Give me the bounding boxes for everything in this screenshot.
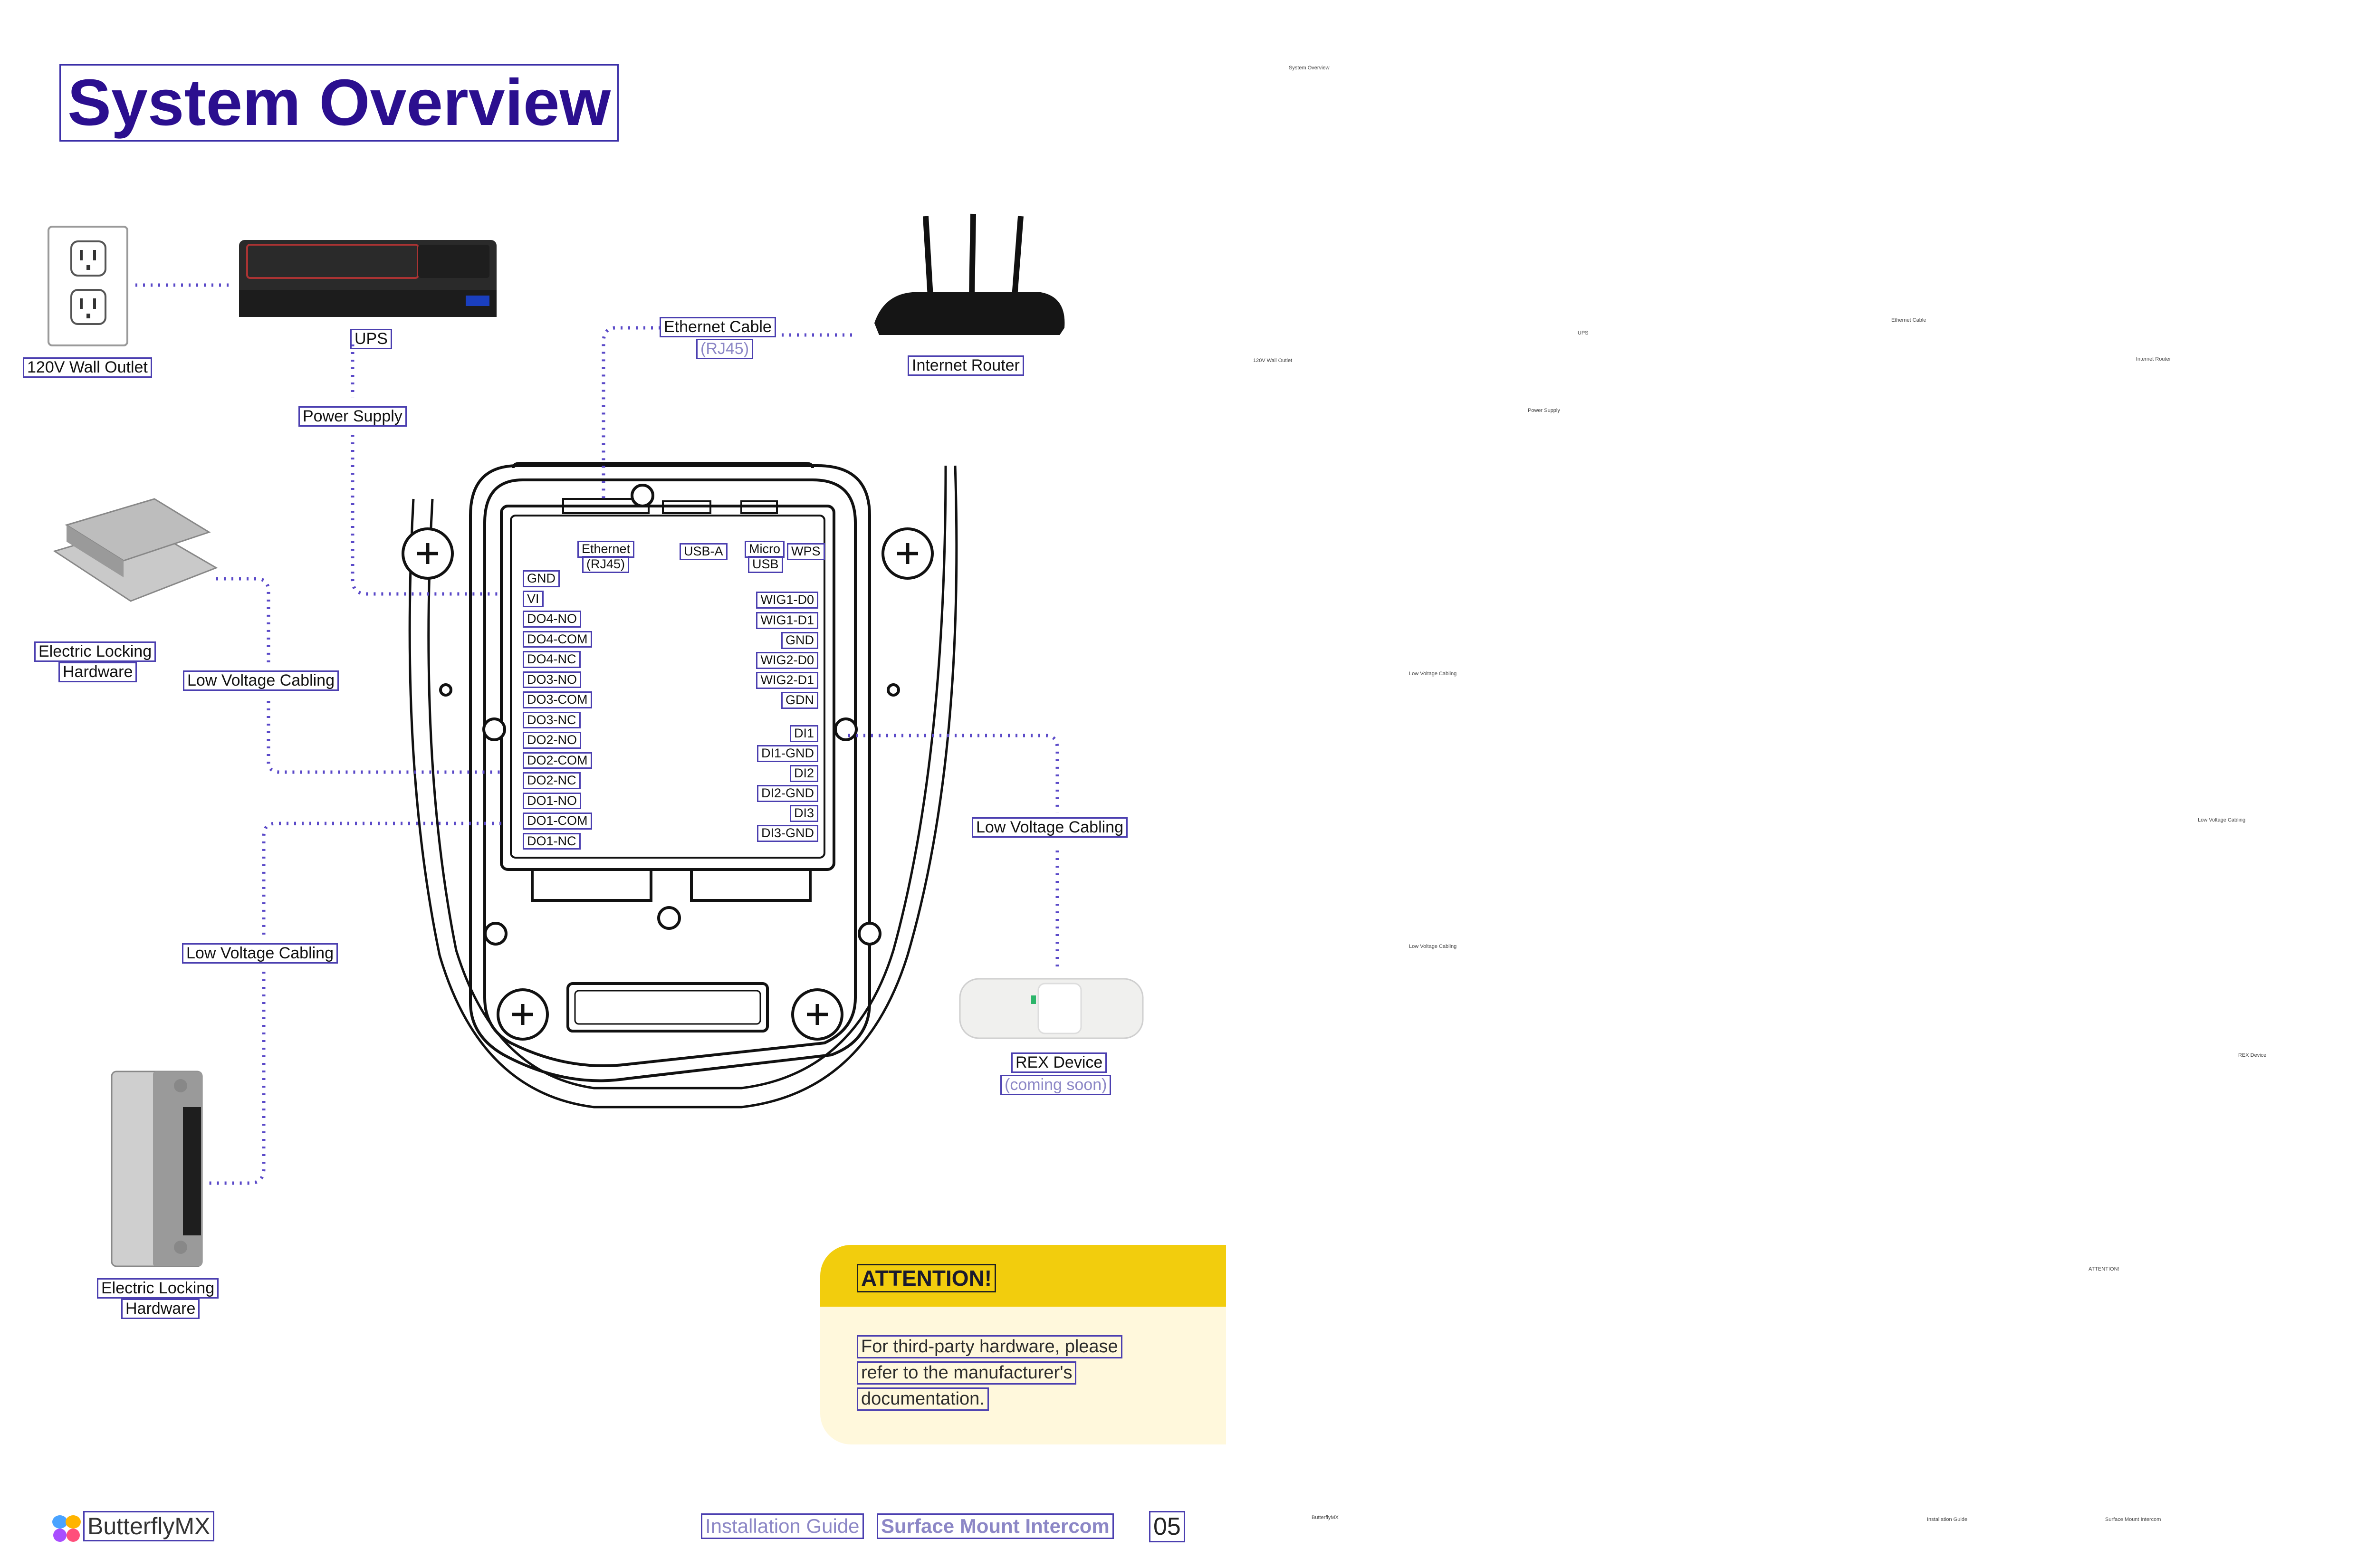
attention-text-line-1: For third-party hardware, please	[857, 1335, 1122, 1358]
mounting-screws	[402, 484, 934, 1041]
footer-guide-link[interactable]: Installation Guide	[701, 1513, 864, 1539]
ghost-product: Surface Mount Intercom	[2105, 1517, 2161, 1522]
terminal-pin-right: DI2-GND	[757, 785, 818, 802]
terminal-pin-right: DI3	[789, 805, 818, 822]
locking-hardware-bottom-label-line2: Hardware	[121, 1299, 200, 1319]
ghost-internet-router: Internet Router	[2136, 356, 2171, 362]
attention-title: ATTENTION!	[857, 1264, 996, 1292]
rex-device-label: REX Device	[1011, 1052, 1107, 1073]
ghost-wall-outlet: 120V Wall Outlet	[1253, 358, 1293, 363]
port-usb-a-label: USB-A	[680, 543, 728, 560]
footer-product-link[interactable]: Surface Mount Intercom	[877, 1513, 1114, 1539]
terminal-pin-left: DO2-NC	[523, 772, 581, 789]
terminal-pin-left: VI	[523, 590, 544, 608]
terminal-pin-left: DO1-NO	[523, 792, 582, 810]
terminal-pin-left: DO4-NO	[523, 611, 582, 628]
magnetic-lock-icon	[53, 498, 218, 602]
terminal-pin-left: DO3-COM	[523, 691, 592, 708]
router-icon	[874, 213, 1065, 335]
ghost-brand: ButterflyMX	[1312, 1515, 1339, 1520]
ghost-power-supply: Power Supply	[1528, 408, 1560, 413]
terminal-pin-right: DI1-GND	[757, 745, 818, 762]
ghost-guide: Installation Guide	[1927, 1517, 1967, 1522]
ethernet-cable-label: Ethernet Cable	[660, 317, 776, 338]
terminal-pin-left: DO1-COM	[523, 813, 592, 830]
ethernet-cable-sublabel: (RJ45)	[696, 339, 754, 360]
terminal-pin-left: DO4-COM	[523, 631, 592, 648]
power-supply-label: Power Supply	[298, 406, 407, 427]
butterfly-logo-icon	[52, 1515, 81, 1542]
terminal-pin-right: WIG2-D1	[756, 672, 818, 689]
low-voltage-cabling-label-1: Low Voltage Cabling	[183, 670, 339, 691]
terminal-pin-right: GDN	[781, 692, 818, 709]
locking-hardware-bottom-label-line1: Electric Locking	[97, 1278, 219, 1299]
terminal-pin-left: DO3-NC	[523, 711, 581, 729]
low-voltage-cabling-label-2: Low Voltage Cabling	[182, 943, 338, 964]
attention-text-line-3: documentation.	[857, 1387, 989, 1411]
locking-hardware-top-label-line2: Hardware	[58, 662, 137, 683]
terminal-pin-right: WIG2-D0	[756, 652, 818, 669]
ghost-ups: UPS	[1578, 330, 1589, 336]
internet-router-label: Internet Router	[908, 355, 1024, 376]
ups-icon	[239, 240, 497, 317]
low-voltage-cabling-label-3: Low Voltage Cabling	[972, 817, 1128, 838]
rex-device-sublabel: (coming soon)	[1000, 1075, 1111, 1096]
terminal-pin-right: DI1	[789, 725, 818, 742]
electric-strike-icon	[111, 1071, 203, 1267]
port-ethernet-label: Ethernet	[577, 541, 635, 558]
page-number: 05	[1149, 1511, 1185, 1542]
port-ethernet-sublabel: (RJ45)	[582, 556, 630, 573]
port-micro-usb-sublabel: USB	[748, 556, 783, 573]
wall-outlet-icon	[48, 226, 128, 346]
terminal-pin-left: GND	[523, 570, 560, 587]
terminal-pin-left: DO2-COM	[523, 752, 592, 769]
ghost-ethernet-cable: Ethernet Cable	[1891, 317, 1926, 323]
ghost-low-voltage-2: Low Voltage Cabling	[1409, 944, 1457, 949]
rex-device-icon	[959, 978, 1144, 1039]
ghost-low-voltage-3: Low Voltage Cabling	[2198, 817, 2246, 823]
footer-brand: ButterflyMX	[83, 1511, 215, 1541]
ups-label: UPS	[350, 329, 392, 350]
terminal-pin-right: DI2	[789, 765, 818, 782]
terminal-pin-left: DO2-NO	[523, 732, 582, 749]
terminal-pin-right: GND	[781, 632, 818, 649]
ghost-low-voltage-1: Low Voltage Cabling	[1409, 671, 1457, 677]
ghost-attention: ATTENTION!	[2089, 1266, 2119, 1272]
terminal-pin-right: WIG1-D0	[756, 592, 818, 609]
connector-lines	[135, 283, 1059, 1185]
ghost-title: System Overview	[1289, 65, 1330, 71]
port-wps-label: WPS	[787, 543, 825, 560]
port-micro-usb-label: Micro	[745, 541, 785, 558]
terminal-pin-right: DI3-GND	[757, 825, 818, 842]
wall-outlet-label: 120V Wall Outlet	[23, 357, 152, 378]
ghost-rex-device: REX Device	[2238, 1052, 2267, 1058]
terminal-pin-left: DO3-NO	[523, 671, 582, 688]
terminal-pin-left: DO1-NC	[523, 832, 581, 850]
screw-cross-marks	[417, 543, 918, 1025]
terminal-pin-right: WIG1-D1	[756, 612, 818, 629]
terminal-pin-left: DO4-NC	[523, 651, 581, 668]
locking-hardware-top-label-line1: Electric Locking	[34, 641, 156, 662]
attention-text-line-2: refer to the manufacturer's	[857, 1361, 1077, 1385]
